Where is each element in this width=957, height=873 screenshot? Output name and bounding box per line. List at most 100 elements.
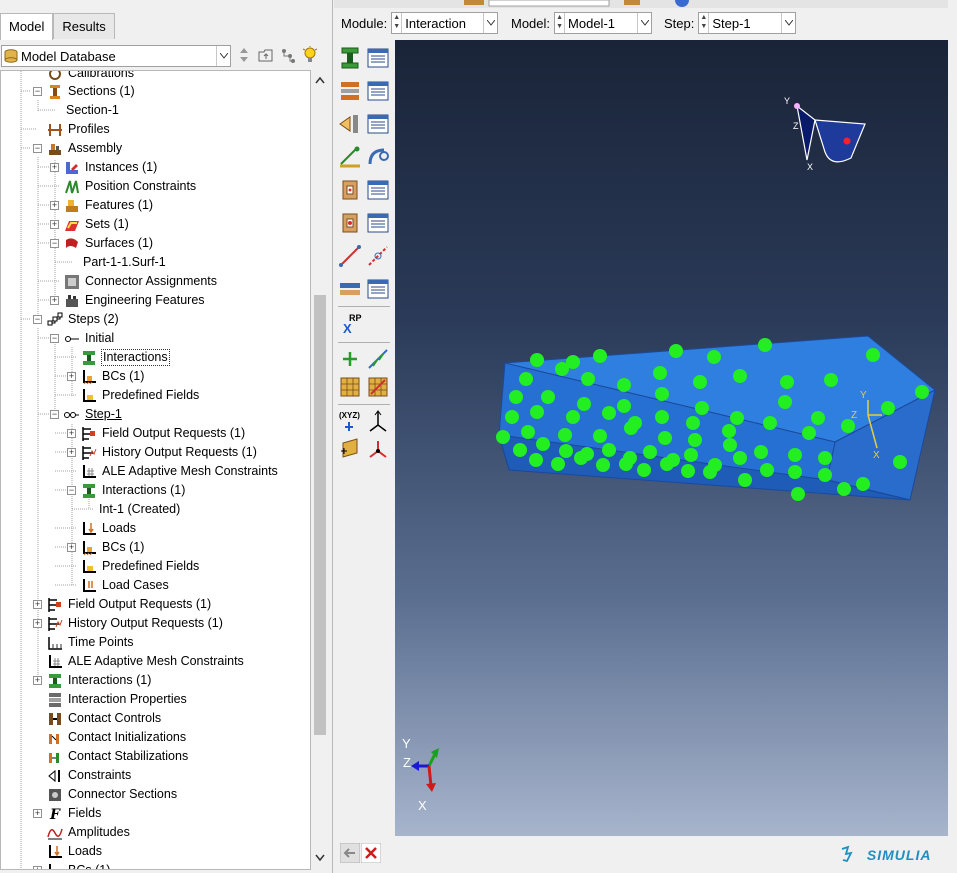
scroll-up-icon[interactable] bbox=[315, 76, 325, 86]
interaction-property-manager-icon[interactable] bbox=[365, 78, 391, 104]
database-select[interactable]: Model Database bbox=[1, 45, 231, 67]
tree-item-step1-loads[interactable]: Loads bbox=[81, 519, 137, 538]
scroll-thumb[interactable] bbox=[314, 295, 326, 735]
expand-collapse-toggle[interactable]: + bbox=[33, 619, 42, 628]
tree-item-contact-controls[interactable]: Contact Controls bbox=[47, 709, 162, 728]
tree-item-steps[interactable]: Steps (2) bbox=[47, 310, 120, 329]
expand-collapse-toggle[interactable]: − bbox=[67, 486, 76, 495]
tree-item-time-points[interactable]: Time Points bbox=[47, 633, 135, 652]
back-arrow-icon[interactable] bbox=[339, 842, 361, 864]
datum-point-icon[interactable] bbox=[337, 346, 363, 372]
sort-arrows-icon[interactable] bbox=[236, 46, 252, 64]
tree-item-loads[interactable]: Loads bbox=[47, 842, 103, 861]
tree-item-connector-sections[interactable]: Connector Sections bbox=[47, 785, 178, 804]
tree-item-history-output-requests[interactable]: History Output Requests (1) bbox=[47, 614, 224, 633]
expand-collapse-toggle[interactable]: + bbox=[33, 676, 42, 685]
expand-collapse-toggle[interactable]: − bbox=[50, 410, 59, 419]
tree-item-surfaces[interactable]: Surfaces (1) bbox=[64, 234, 154, 253]
expand-collapse-toggle[interactable]: + bbox=[67, 543, 76, 552]
tree-item-bcs[interactable]: BCs (1) bbox=[47, 861, 111, 869]
spinner-icon[interactable]: ▲ ▼ bbox=[555, 13, 566, 33]
tree-item-assembly[interactable]: Assembly bbox=[47, 139, 123, 158]
model-select[interactable]: ▲ ▼ Model-1 bbox=[554, 12, 653, 34]
expand-collapse-toggle[interactable]: + bbox=[33, 866, 42, 869]
connector-assignment-manager-icon[interactable] bbox=[365, 177, 391, 203]
fastener-manager-icon[interactable] bbox=[365, 243, 391, 269]
lightbulb-icon[interactable] bbox=[302, 46, 318, 64]
expand-collapse-toggle[interactable]: + bbox=[33, 600, 42, 609]
tree-item-step1-field-output[interactable]: Field Output Requests (1) bbox=[81, 424, 246, 443]
graphics-viewport[interactable]: Y Z X Y Z X Y Z X bbox=[395, 40, 948, 836]
datum-axis-icon[interactable] bbox=[365, 346, 391, 372]
tree-item-contact-stabilizations[interactable]: Contact Stabilizations bbox=[47, 747, 189, 766]
expand-collapse-toggle[interactable]: + bbox=[50, 220, 59, 229]
inertia-manager-icon[interactable] bbox=[365, 276, 391, 302]
create-csys-icon[interactable] bbox=[365, 409, 391, 435]
expand-collapse-toggle[interactable]: + bbox=[67, 372, 76, 381]
create-inertia-icon[interactable] bbox=[337, 276, 363, 302]
tree-item-step1-interactions[interactable]: Interactions (1) bbox=[81, 481, 186, 500]
expand-collapse-toggle[interactable]: − bbox=[33, 144, 42, 153]
tree-item-profiles[interactable]: Profiles bbox=[47, 120, 111, 139]
tree-item-connector-assignments[interactable]: Connector Assignments bbox=[64, 272, 218, 291]
expand-collapse-toggle[interactable]: − bbox=[33, 87, 42, 96]
tree-item-sections[interactable]: Sections (1) bbox=[47, 82, 136, 101]
module-select[interactable]: ▲ ▼ Interaction bbox=[391, 12, 499, 34]
expand-collapse-toggle[interactable]: − bbox=[50, 239, 59, 248]
expand-collapse-toggle[interactable]: + bbox=[50, 201, 59, 210]
datum-plane-icon[interactable] bbox=[337, 374, 363, 400]
datum-csys-plane-icon[interactable] bbox=[365, 374, 391, 400]
tree-item-interaction-properties[interactable]: Interaction Properties bbox=[47, 690, 188, 709]
constraint-manager-icon[interactable] bbox=[365, 111, 391, 137]
tab-results[interactable]: Results bbox=[53, 13, 115, 39]
interaction-manager-icon[interactable] bbox=[365, 45, 391, 71]
csys-triad-icon[interactable] bbox=[365, 437, 391, 463]
create-interaction-icon[interactable] bbox=[337, 45, 363, 71]
tree-item-initial-interactions[interactable]: Interactions bbox=[81, 348, 170, 367]
expand-collapse-toggle[interactable]: + bbox=[67, 429, 76, 438]
tree-item-ale-constraints[interactable]: ALE Adaptive Mesh Constraints bbox=[47, 652, 245, 671]
interaction-property-icon[interactable] bbox=[337, 78, 363, 104]
tree-item-position-constraints[interactable]: Position Constraints bbox=[64, 177, 197, 196]
create-connector-assignment-icon[interactable] bbox=[337, 177, 363, 203]
connector-section-icon[interactable] bbox=[365, 144, 391, 170]
tree-item-engineering-features[interactable]: Engineering Features bbox=[64, 291, 206, 310]
expand-collapse-toggle[interactable]: + bbox=[67, 448, 76, 457]
tree-item-step1-predefined-fields[interactable]: Predefined Fields bbox=[81, 557, 200, 576]
expand-collapse-toggle[interactable]: + bbox=[50, 296, 59, 305]
chevron-down-icon[interactable] bbox=[781, 13, 795, 33]
tree-item-field-output-requests[interactable]: Field Output Requests (1) bbox=[47, 595, 212, 614]
csys-datum-plane-icon[interactable] bbox=[337, 437, 363, 463]
tree-item-initial-predefined-fields[interactable]: Predefined Fields bbox=[81, 386, 200, 405]
create-constraint-icon[interactable] bbox=[337, 111, 363, 137]
chevron-down-icon[interactable] bbox=[216, 46, 230, 66]
scroll-down-icon[interactable] bbox=[315, 854, 325, 864]
tab-model[interactable]: Model bbox=[0, 13, 54, 40]
tree-filter-icon[interactable] bbox=[280, 46, 296, 64]
tree-item-features[interactable]: Features (1) bbox=[64, 196, 154, 215]
expand-collapse-toggle[interactable]: − bbox=[33, 315, 42, 324]
tree-item-interactions[interactable]: Interactions (1) bbox=[47, 671, 152, 690]
create-wire-icon[interactable] bbox=[337, 144, 363, 170]
create-connector-builder-icon[interactable] bbox=[337, 210, 363, 236]
tree-item-step1-history-output[interactable]: History Output Requests (1) bbox=[81, 443, 258, 462]
tree-item-contact-initializations[interactable]: Contact Initializations bbox=[47, 728, 187, 747]
spinner-icon[interactable]: ▲ ▼ bbox=[392, 13, 403, 33]
expand-collapse-toggle[interactable]: + bbox=[50, 163, 59, 172]
datum-csys-icon[interactable]: (XYZ) bbox=[337, 409, 365, 435]
tree-item-section-1[interactable]: Section-1 bbox=[65, 101, 120, 120]
tree-item-step-1[interactable]: Step-1 bbox=[64, 405, 123, 424]
tree-scrollbar[interactable] bbox=[312, 70, 328, 870]
tree-item-initial-bcs[interactable]: BCs (1) bbox=[81, 367, 145, 386]
spinner-icon[interactable]: ▲ ▼ bbox=[699, 13, 710, 33]
tree-item-fields[interactable]: F Fields bbox=[47, 804, 102, 823]
expand-collapse-toggle[interactable]: − bbox=[50, 334, 59, 343]
tree-item-step1-bcs[interactable]: BCs (1) bbox=[81, 538, 145, 557]
chevron-down-icon[interactable] bbox=[637, 13, 651, 33]
connector-builder-manager-icon[interactable] bbox=[365, 210, 391, 236]
chevron-down-icon[interactable] bbox=[483, 13, 497, 33]
create-fastener-icon[interactable] bbox=[337, 243, 363, 269]
step-select[interactable]: ▲ ▼ Step-1 bbox=[698, 12, 797, 34]
tree-item-initial[interactable]: Initial bbox=[64, 329, 115, 348]
tree-item-step1-load-cases[interactable]: Load Cases bbox=[81, 576, 170, 595]
